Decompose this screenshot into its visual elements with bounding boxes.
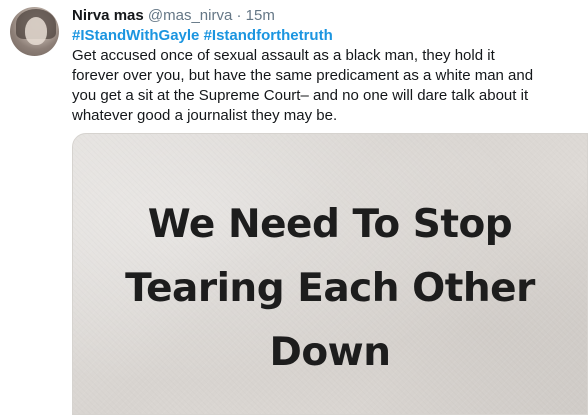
tweet-text: Get accused once of sexual assault as a … xyxy=(72,46,582,126)
tweet-content: Nirva mas @mas_nirva · 15m #IStandWithGa… xyxy=(72,6,582,126)
tweet-text-line: Get accused once of sexual assault as a … xyxy=(72,47,495,64)
image-text-line: We Need To Stop xyxy=(147,202,513,247)
image-text-line: Tearing Each Other xyxy=(125,266,535,311)
header-separator: · xyxy=(236,7,242,24)
timestamp[interactable]: 15m xyxy=(246,7,275,24)
author-name[interactable]: Nirva mas xyxy=(72,7,144,24)
avatar-face xyxy=(25,17,47,45)
tweet-image[interactable]: We Need To Stop Tearing Each Other Down xyxy=(72,133,588,415)
tweet[interactable]: Nirva mas @mas_nirva · 15m #IStandWithGa… xyxy=(0,0,588,415)
hashtag-istandwithgayle[interactable]: #IStandWithGayle xyxy=(72,27,199,44)
tweet-header: Nirva mas @mas_nirva · 15m xyxy=(72,6,582,26)
image-text-line: Down xyxy=(269,330,391,375)
hashtag-istandforthetruth[interactable]: #Istandforthetruth xyxy=(204,27,333,44)
author-handle[interactable]: @mas_nirva xyxy=(148,7,232,24)
avatar[interactable] xyxy=(10,7,59,56)
tweet-text-line: you get a sit at the Supreme Court– and … xyxy=(72,87,529,104)
tweet-text-line: whatever good a journalist they may be. xyxy=(72,107,338,124)
tweet-text-line: forever over you, but have the same pred… xyxy=(72,67,534,84)
hashtag-line: #IStandWithGayle #Istandforthetruth xyxy=(72,26,582,46)
